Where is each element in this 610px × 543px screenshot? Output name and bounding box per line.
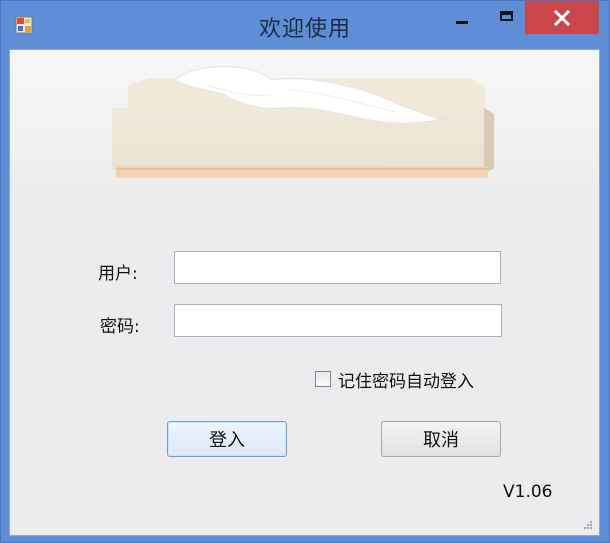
password-input[interactable] <box>174 304 502 337</box>
remember-me-option[interactable]: 记住密码自动登入 <box>315 367 474 392</box>
password-label: 密码: <box>100 317 140 337</box>
minimize-icon <box>456 20 468 24</box>
version-label: V1.06 <box>503 482 553 502</box>
maximize-button[interactable] <box>491 1 521 31</box>
minimize-button[interactable] <box>447 1 477 31</box>
remember-me-checkbox[interactable] <box>315 371 331 387</box>
tissue-box-image <box>10 50 599 188</box>
close-button[interactable] <box>525 1 599 34</box>
login-window: 欢迎使用 用户: 密码: 记住密码自动登入 登入 取消 V1.06 <box>0 0 610 543</box>
client-area: 用户: 密码: 记住密码自动登入 登入 取消 V1.06 <box>9 49 600 536</box>
login-button[interactable]: 登入 <box>167 421 287 457</box>
cancel-button[interactable]: 取消 <box>381 421 501 457</box>
resize-grip-icon[interactable] <box>583 520 593 530</box>
remember-me-label: 记住密码自动登入 <box>338 371 474 392</box>
title-bar[interactable]: 欢迎使用 <box>1 1 609 49</box>
maximize-icon <box>499 11 513 21</box>
username-label: 用户: <box>98 264 138 284</box>
username-input[interactable] <box>174 251 501 284</box>
close-icon <box>554 9 570 26</box>
banner-image <box>10 50 599 188</box>
